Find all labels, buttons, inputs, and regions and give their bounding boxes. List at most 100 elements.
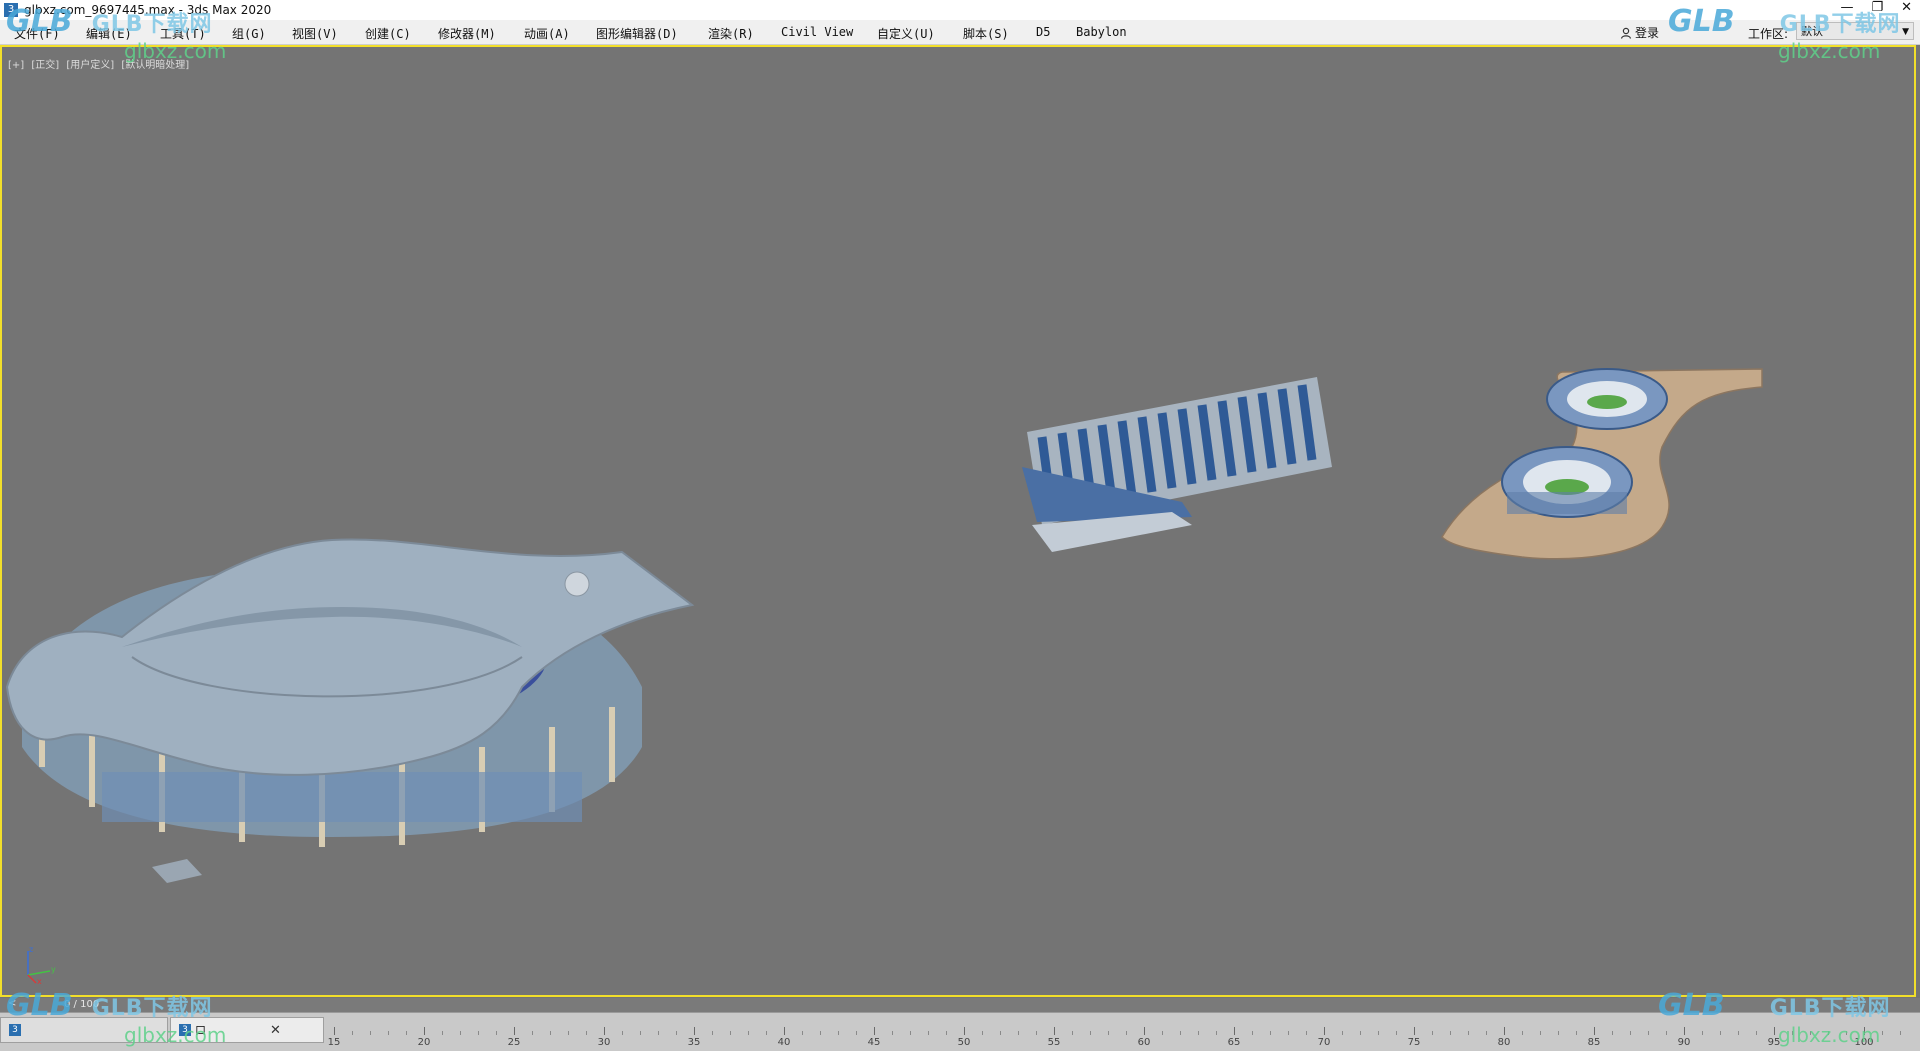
timeline-minor-tick <box>586 1031 587 1035</box>
timeline-minor-tick <box>1000 1031 1001 1035</box>
frame-counter: 0 / 100 <box>64 999 100 1010</box>
timeline-tick-label: 70 <box>1317 1037 1331 1048</box>
menu-create[interactable]: 创建(C) <box>365 25 411 42</box>
timeline-minor-tick <box>928 1031 929 1035</box>
time-slider-row[interactable]: < 0 / 100 <box>0 998 1920 1012</box>
timeline-tick <box>784 1027 785 1035</box>
timeline-tick-label: 60 <box>1137 1037 1151 1048</box>
timeline-minor-tick <box>532 1031 533 1035</box>
timeline-minor-tick <box>478 1031 479 1035</box>
timeline-minor-tick <box>1198 1031 1199 1035</box>
menu-edit[interactable]: 编辑(E) <box>86 25 132 42</box>
timeline-minor-tick <box>1630 1031 1631 1035</box>
timeline-minor-tick <box>1036 1031 1037 1035</box>
timeline-minor-tick <box>640 1031 641 1035</box>
menu-babylon[interactable]: Babylon <box>1076 25 1127 39</box>
timeline-tick <box>1684 1027 1685 1035</box>
timeline-minor-tick <box>856 1031 857 1035</box>
twin-stadium-model[interactable] <box>1441 368 1763 560</box>
timeline-bar[interactable]: 3 3 口 ✕ 15 20 25 30 35 40 45 50 55 60 65 70 75 80 85 90… <box>0 1012 1920 1051</box>
timeline-minor-tick <box>1270 1031 1271 1035</box>
menu-animation[interactable]: 动画(A) <box>524 25 570 42</box>
menu-group[interactable]: 组(G) <box>232 25 266 42</box>
timeline-tick <box>1054 1027 1055 1035</box>
menu-file[interactable]: 文件(F) <box>14 25 60 42</box>
timeline-tick <box>334 1027 335 1035</box>
menu-tools[interactable]: 工具(T) <box>160 25 206 42</box>
timeline-minor-tick <box>1558 1031 1559 1035</box>
menu-views[interactable]: 视图(V) <box>292 25 338 42</box>
axis-x-label: x <box>37 977 42 985</box>
timeline-tick-label: 95 <box>1767 1037 1781 1048</box>
timeline-minor-tick <box>1576 1031 1577 1035</box>
timeline-minor-tick <box>1792 1031 1793 1035</box>
close-icon[interactable]: ✕ <box>270 1023 281 1038</box>
chevron-down-icon: ▼ <box>1902 27 1909 37</box>
timeline-minor-tick <box>1720 1031 1721 1035</box>
tab-app-icon: 3 <box>179 1024 191 1036</box>
timeline-minor-tick <box>1018 1031 1019 1035</box>
timeline-minor-tick <box>496 1031 497 1035</box>
workspace-value: 默认 <box>1801 25 1823 38</box>
scene-render[interactable] <box>2 47 1914 995</box>
viewport-tab-2[interactable]: 3 口 ✕ <box>170 1017 324 1043</box>
timeline-minor-tick <box>550 1031 551 1035</box>
timeline-tick <box>1234 1027 1235 1035</box>
timeline-minor-tick <box>1288 1031 1289 1035</box>
timeline-minor-tick <box>1846 1031 1847 1035</box>
timeline-tick <box>1774 1027 1775 1035</box>
timeline-minor-tick <box>1522 1031 1523 1035</box>
timeline-minor-tick <box>1810 1031 1811 1035</box>
close-icon[interactable]: ✕ <box>1901 0 1912 15</box>
menu-rendering[interactable]: 渲染(R) <box>708 25 754 42</box>
timeline-minor-tick <box>1306 1031 1307 1035</box>
user-icon <box>1620 27 1632 39</box>
window-title: glbxz.com_9697445.max - 3ds Max 2020 <box>24 3 272 17</box>
timeline-minor-tick <box>1216 1031 1217 1035</box>
menu-modifiers[interactable]: 修改器(M) <box>438 25 496 42</box>
timeline-minor-tick <box>982 1031 983 1035</box>
workspace-dropdown[interactable]: 默认 ▼ <box>1796 22 1914 40</box>
arena-ribbed-model[interactable] <box>1022 377 1332 552</box>
timeline-minor-tick <box>946 1031 947 1035</box>
timeline-tick-label: 85 <box>1587 1037 1601 1048</box>
timeline-tick <box>1594 1027 1595 1035</box>
timeline-minor-tick <box>658 1031 659 1035</box>
window-titlebar: 3 glbxz.com_9697445.max - 3ds Max 2020 —… <box>0 0 1920 20</box>
menu-scripting[interactable]: 脚本(S) <box>963 25 1009 42</box>
timeline-minor-tick <box>1378 1031 1379 1035</box>
timeline-minor-tick <box>370 1031 371 1035</box>
timeline-tick <box>514 1027 515 1035</box>
timeline-minor-tick <box>1828 1031 1829 1035</box>
timeline-tick-label: 75 <box>1407 1037 1421 1048</box>
menu-customize[interactable]: 自定义(U) <box>877 25 935 42</box>
tab-app-icon: 3 <box>9 1024 21 1036</box>
timeline-minor-tick <box>748 1031 749 1035</box>
timeline-minor-tick <box>1468 1031 1469 1035</box>
axis-z-label: z <box>29 945 33 954</box>
login-button[interactable]: 登录 <box>1620 24 1659 41</box>
timeline-minor-tick <box>802 1031 803 1035</box>
timeline-minor-tick <box>1126 1031 1127 1035</box>
restore-icon[interactable]: ❐ <box>1871 0 1883 15</box>
timeline-minor-tick <box>712 1031 713 1035</box>
timeline-minor-tick <box>1252 1031 1253 1035</box>
timeline-tick <box>694 1027 695 1035</box>
timeline-minor-tick <box>388 1031 389 1035</box>
timeline-ruler[interactable]: 15 20 25 30 35 40 45 50 55 60 65 70 75 80 85 90 95 100 <box>312 1013 1912 1051</box>
timeline-minor-tick <box>1666 1031 1667 1035</box>
viewport-tabs: 3 3 口 ✕ <box>0 1017 326 1043</box>
minimize-icon[interactable]: — <box>1840 0 1853 15</box>
menu-d5[interactable]: D5 <box>1036 25 1050 39</box>
perspective-viewport[interactable]: [+] [正交] [用户定义] [默认明暗处理] z y x <box>0 45 1916 997</box>
stadium-large-model[interactable] <box>5 538 695 883</box>
time-slider-prev-button[interactable]: < <box>8 998 16 1009</box>
menu-graph-editors[interactable]: 图形编辑器(D) <box>596 25 678 42</box>
timeline-minor-tick <box>1486 1031 1487 1035</box>
timeline-tick-label: 15 <box>327 1037 341 1048</box>
timeline-minor-tick <box>442 1031 443 1035</box>
viewport-tab-1[interactable]: 3 <box>0 1017 168 1043</box>
menu-civil-view[interactable]: Civil View <box>781 25 853 39</box>
window-controls: — ❐ ✕ <box>1840 0 1912 15</box>
viewport-tab-label: 口 <box>195 1024 206 1037</box>
